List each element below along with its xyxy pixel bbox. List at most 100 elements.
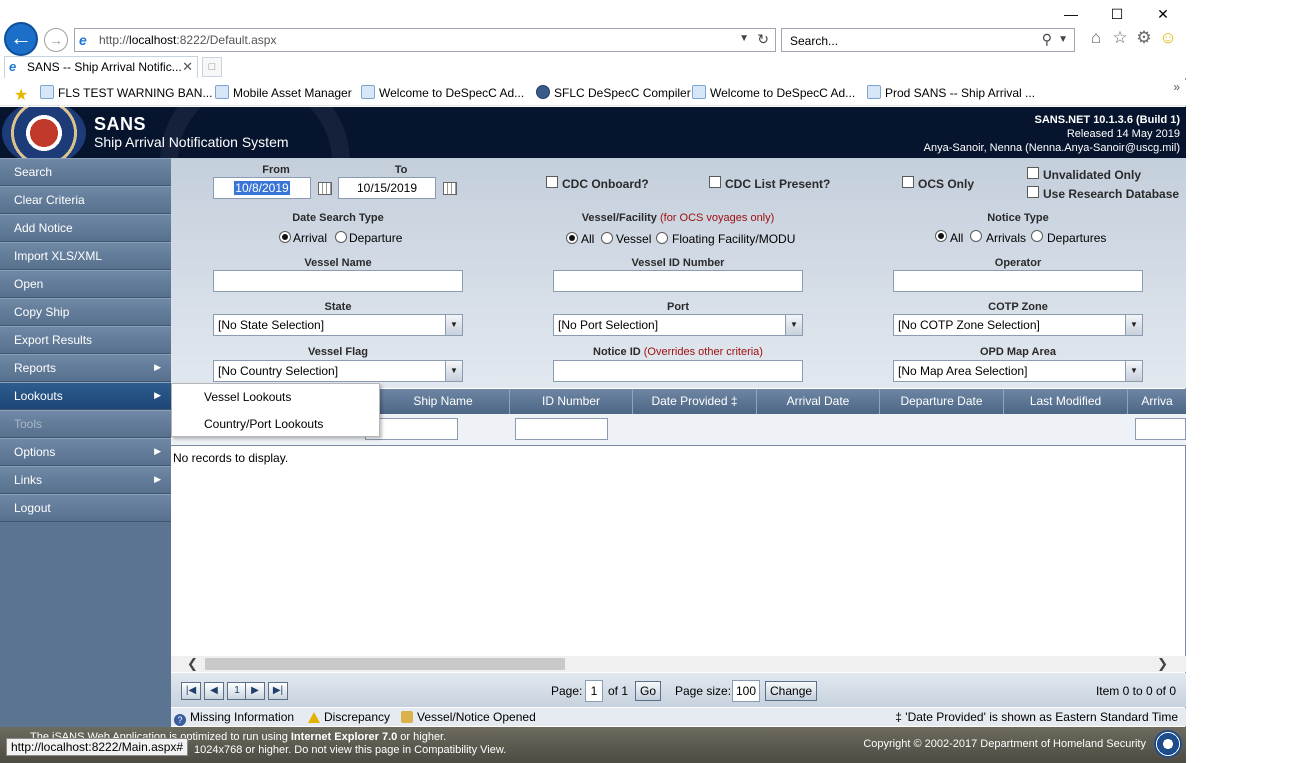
prev-page-icon[interactable]: ◀: [204, 682, 224, 700]
arrival-filter[interactable]: [1135, 418, 1186, 440]
ocs-only-checkbox[interactable]: [902, 176, 914, 188]
notice-all-radio[interactable]: [935, 230, 947, 242]
port-select[interactable]: [No Port Selection] ▼: [553, 314, 803, 336]
change-button[interactable]: Change: [765, 681, 818, 701]
cdc-onboard-checkbox[interactable]: [546, 176, 558, 188]
menu-open[interactable]: Open: [0, 270, 171, 298]
search-icon[interactable]: ⚲: [1042, 31, 1052, 48]
menu-lookouts[interactable]: Lookouts ▶: [0, 382, 171, 410]
search-dropdown-icon[interactable]: ▼: [1058, 34, 1068, 45]
page-number-input[interactable]: 1: [585, 680, 603, 702]
back-arrow-icon[interactable]: ←: [4, 22, 38, 56]
column-last-modified[interactable]: Last Modified: [1003, 389, 1127, 414]
menu-options[interactable]: Options ▶: [0, 438, 171, 466]
smiley-feedback-icon[interactable]: ☺: [1158, 28, 1178, 48]
menu-copy-ship[interactable]: Copy Ship: [0, 298, 171, 326]
column-departure-date[interactable]: Departure Date: [879, 389, 1003, 414]
menu-export-results[interactable]: Export Results: [0, 326, 171, 354]
unvalidated-checkbox[interactable]: [1027, 167, 1039, 179]
menu-search[interactable]: Search: [0, 158, 171, 186]
url-input[interactable]: e http://localhost:8222/Default.aspx ▼ ↻: [74, 28, 776, 52]
favorite-link[interactable]: Welcome to DeSpecC Ad...: [692, 85, 855, 100]
facility-floating-radio[interactable]: [656, 232, 668, 244]
facility-all-radio[interactable]: [566, 232, 578, 244]
favorite-link[interactable]: SFLC DeSpecC Compiler: [536, 85, 691, 100]
browser-search-input[interactable]: Search... ⚲ ▼: [781, 28, 1075, 52]
favorite-link[interactable]: Mobile Asset Manager: [215, 85, 352, 100]
column-arrival-date[interactable]: Arrival Date: [756, 389, 879, 414]
scroll-left-icon[interactable]: ❮: [187, 656, 198, 672]
favorite-link[interactable]: Welcome to DeSpecC Ad...: [361, 85, 524, 100]
scroll-thumb[interactable]: [205, 658, 565, 670]
go-button[interactable]: Go: [635, 681, 662, 701]
cdc-list-checkbox[interactable]: [709, 176, 721, 188]
favorite-link[interactable]: FLS TEST WARNING BAN...: [40, 85, 212, 100]
chevron-right-icon: ▶: [154, 362, 161, 372]
url-dropdown-icon[interactable]: ▼: [739, 33, 749, 44]
page-1-button[interactable]: 1: [227, 682, 247, 700]
submenu-country-port-lookouts[interactable]: Country/Port Lookouts: [172, 411, 379, 437]
menu-links[interactable]: Links ▶: [0, 466, 171, 494]
research-db-checkbox[interactable]: [1027, 186, 1039, 198]
vessel-name-input[interactable]: [213, 270, 463, 292]
state-select[interactable]: [No State Selection] ▼: [213, 314, 463, 336]
chevron-down-icon[interactable]: ▼: [1125, 315, 1142, 335]
vessel-flag-select[interactable]: [No Country Selection] ▼: [213, 360, 463, 382]
column-ship-name[interactable]: Ship Name: [376, 389, 509, 414]
next-page-icon[interactable]: ▶: [245, 682, 265, 700]
favorites-add-icon[interactable]: ★: [14, 85, 28, 105]
chevron-down-icon[interactable]: ▼: [785, 315, 802, 335]
tab-sans[interactable]: e SANS -- Ship Arrival Notific... ✕: [4, 56, 198, 78]
horizontal-scrollbar[interactable]: ❮ ❯: [171, 656, 1186, 672]
facility-vessel-radio[interactable]: [601, 232, 613, 244]
menu-add-notice[interactable]: Add Notice: [0, 214, 171, 242]
home-icon[interactable]: ⌂: [1086, 28, 1106, 48]
tab-close-icon[interactable]: ✕: [182, 59, 193, 75]
facility-floating-label: Floating Facility/MODU: [672, 232, 796, 246]
from-date-input[interactable]: 10/8/2019: [213, 177, 311, 199]
menu-import[interactable]: Import XLS/XML: [0, 242, 171, 270]
favorites-overflow-icon[interactable]: »: [1173, 80, 1180, 94]
new-tab-icon[interactable]: □: [202, 57, 222, 77]
background-seal: [160, 107, 350, 158]
last-page-icon[interactable]: ▶|: [268, 682, 288, 700]
facility-all-label: All: [581, 232, 595, 246]
menu-reports[interactable]: Reports ▶: [0, 354, 171, 382]
notice-id-label: Notice ID (Overrides other criteria): [593, 346, 763, 358]
id-number-filter[interactable]: [515, 418, 608, 440]
cotp-select[interactable]: [No COTP Zone Selection] ▼: [893, 314, 1143, 336]
calendar-icon[interactable]: [318, 182, 332, 195]
first-page-icon[interactable]: |◀: [181, 682, 201, 700]
chevron-right-icon: ▶: [154, 474, 161, 484]
tab-row: e SANS -- Ship Arrival Notific... ✕ □: [0, 56, 1186, 78]
page-size-input[interactable]: 100: [732, 680, 760, 702]
notice-departures-radio[interactable]: [1031, 230, 1043, 242]
to-date-input[interactable]: 10/15/2019: [338, 177, 436, 199]
chevron-down-icon[interactable]: ▼: [1125, 361, 1142, 381]
minimize-icon[interactable]: —: [1048, 4, 1094, 24]
scroll-right-icon[interactable]: ❯: [1157, 656, 1168, 672]
notice-arrivals-radio[interactable]: [970, 230, 982, 242]
operator-input[interactable]: [893, 270, 1143, 292]
vessel-id-input[interactable]: [553, 270, 803, 292]
column-id-number[interactable]: ID Number: [509, 389, 632, 414]
menu-logout[interactable]: Logout: [0, 494, 171, 522]
chevron-down-icon[interactable]: ▼: [445, 315, 462, 335]
close-window-icon[interactable]: ✕: [1140, 4, 1186, 24]
departure-radio[interactable]: [335, 231, 347, 243]
calendar-icon[interactable]: [443, 182, 457, 195]
submenu-vessel-lookouts[interactable]: Vessel Lookouts: [172, 384, 379, 410]
column-date-provided[interactable]: Date Provided ‡: [632, 389, 756, 414]
arrival-radio[interactable]: [279, 231, 291, 243]
menu-clear-criteria[interactable]: Clear Criteria: [0, 186, 171, 214]
gear-icon[interactable]: ⚙: [1134, 28, 1154, 48]
favorite-link[interactable]: Prod SANS -- Ship Arrival ...: [867, 85, 1035, 100]
opd-map-select[interactable]: [No Map Area Selection] ▼: [893, 360, 1143, 382]
favorites-star-icon[interactable]: ☆: [1110, 28, 1130, 48]
forward-arrow-icon[interactable]: →: [44, 28, 68, 52]
column-arrival-overflow[interactable]: Arriva: [1127, 389, 1186, 414]
refresh-icon[interactable]: ↻: [757, 31, 769, 48]
maximize-icon[interactable]: ☐: [1094, 4, 1140, 24]
notice-id-input[interactable]: [553, 360, 803, 382]
chevron-down-icon[interactable]: ▼: [445, 361, 462, 381]
